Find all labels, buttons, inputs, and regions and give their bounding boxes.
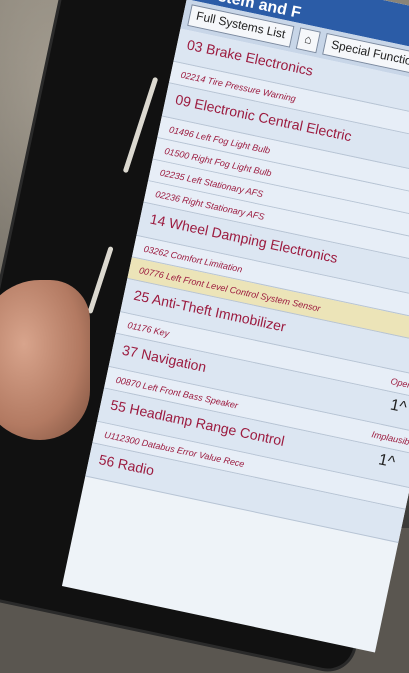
fault-count[interactable]: 1^	[388, 397, 409, 418]
fault-label: 01176 Key	[126, 320, 171, 339]
home-icon[interactable]: ⌂	[295, 27, 321, 54]
fault-status: Implausibl	[370, 429, 409, 448]
fault-count[interactable]: 1^	[377, 451, 397, 472]
module-label: 56 Radio	[97, 451, 156, 479]
fault-status: Open Ci	[389, 376, 409, 393]
thumb	[0, 280, 90, 440]
